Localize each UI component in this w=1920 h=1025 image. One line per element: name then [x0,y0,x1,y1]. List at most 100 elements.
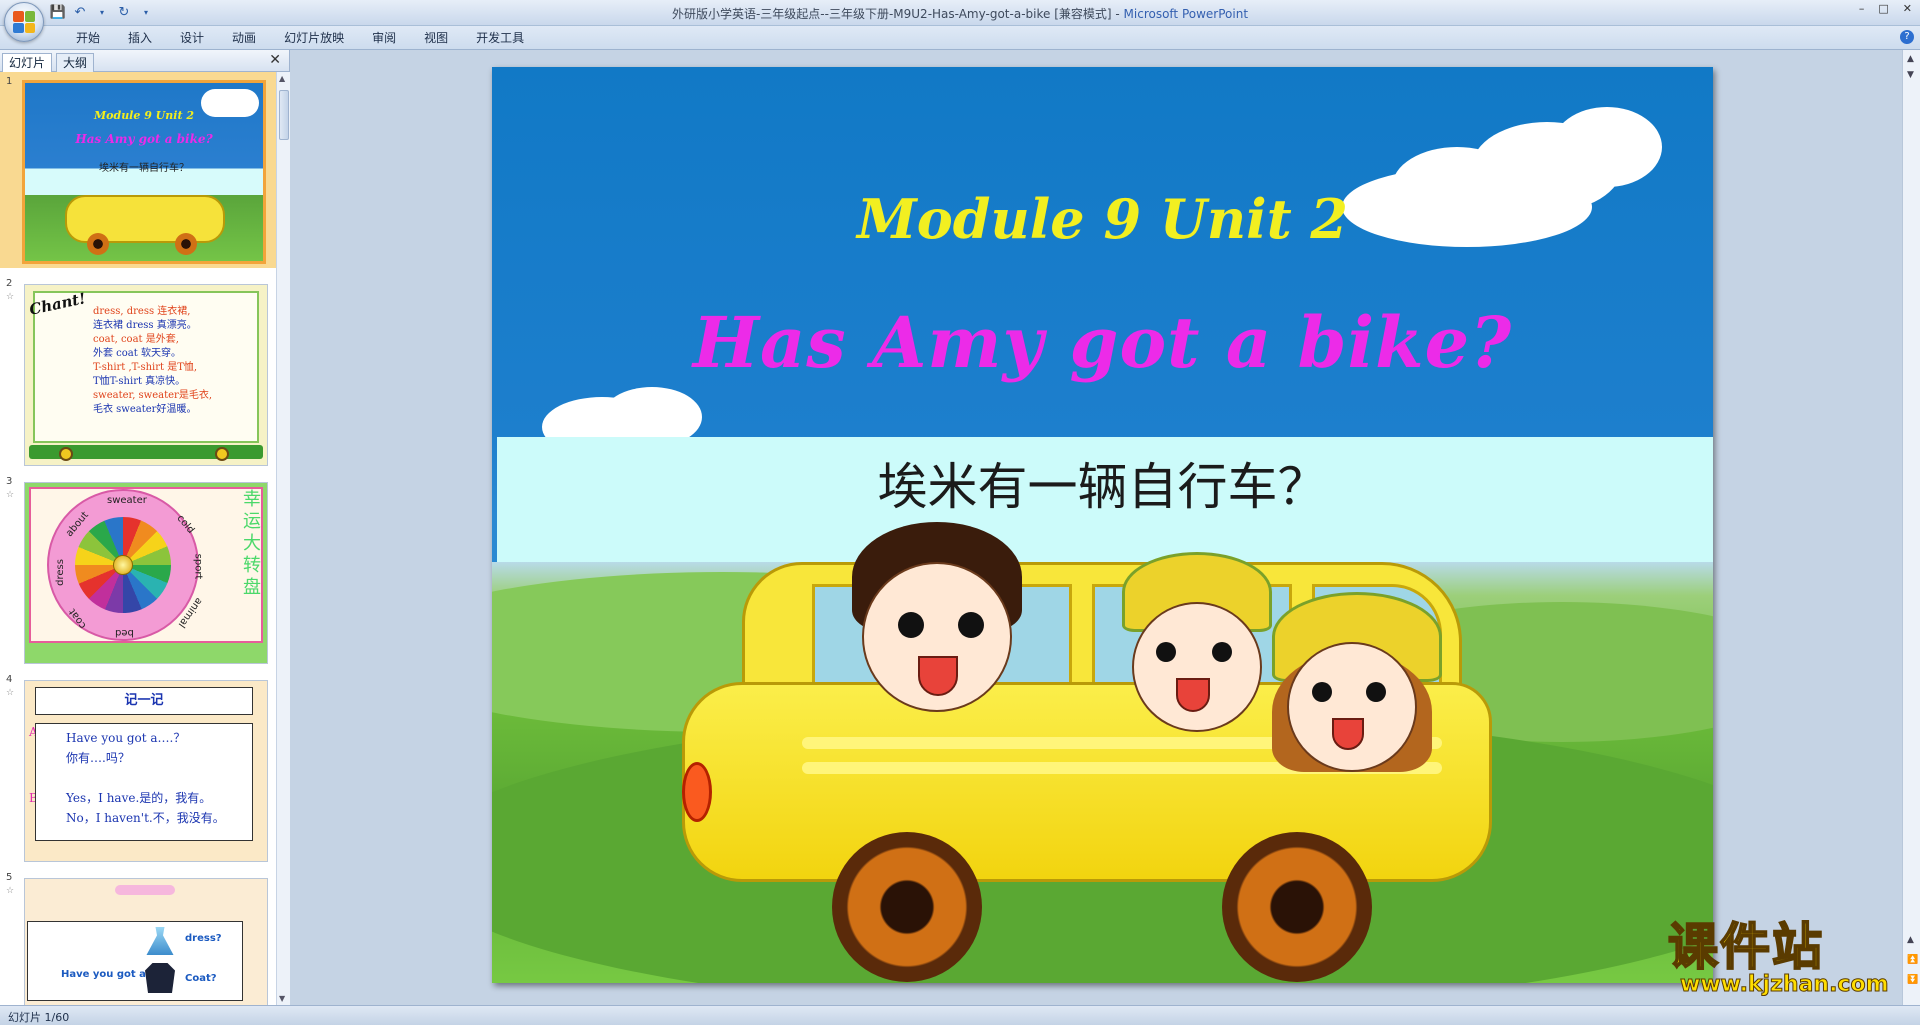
window-controls: – □ ✕ [1859,2,1912,15]
thumb-question-title: Has Amy got a bike? [75,132,213,146]
wheel-shape [87,233,109,255]
watermark-cn: 课件站 [1667,918,1824,976]
tab-review[interactable]: 审阅 [358,30,410,46]
tab-design[interactable]: 设计 [166,30,218,46]
slide-number: 2 [6,278,13,289]
ribbon-tabs: 开始 插入 设计 动画 幻灯片放映 审阅 视图 开发工具 [62,30,538,46]
tab-slideshow[interactable]: 幻灯片放映 [270,30,358,46]
current-slide[interactable]: Module 9 Unit 2 Has Amy got a bike? 埃米有一… [492,67,1713,983]
window-title: 外研版小学英语-三年级起点--三年级下册-M9U2-Has-Amy-got-a-… [671,7,1249,21]
help-icon[interactable]: ? [1900,30,1914,44]
kid-eye [1212,642,1232,662]
editor-scrollbar[interactable]: ▲ ▼ ▲ ⏫ ⏬ [1902,50,1920,1005]
animation-star-icon: ☆ [6,490,15,500]
chant-line: 连衣裙 dress 真漂亮。 [93,320,197,331]
tab-outline[interactable]: 大纲 [56,53,95,72]
ribbon: 开始 插入 设计 动画 幻灯片放映 审阅 视图 开发工具 ? [0,26,1920,50]
kid-eye [898,612,924,638]
body-line: 你有….吗？ [66,751,130,765]
slide-counter: 幻灯片 1/60 [8,1011,70,1024]
chant-line: T-shirt ,T-shirt 是T恤, [93,362,198,373]
body-line: No，I haven't.不，我没有。 [66,811,225,825]
slides-panel: 幻灯片 大纲 ✕ 1 Module 9 Unit 2 Has Amy got a… [0,50,290,1005]
maximize-icon[interactable]: □ [1878,2,1888,15]
thumbnail-scrollbar[interactable]: ▲ ▼ [276,72,290,1005]
thumbnail-row-1[interactable]: 1 Module 9 Unit 2 Has Amy got a bike? 埃米… [0,72,276,268]
thumb-option: dress? [185,933,222,944]
thumb-heading: 记一记 [35,687,253,715]
wheel-word: sweater [107,495,147,506]
lesson-question-title[interactable]: Has Amy got a bike? [492,301,1713,384]
wheel-word: bed [115,627,134,638]
office-logo-icon [13,11,35,33]
wheel-hub [113,555,133,575]
thumb-chant-lines: dress, dress 连衣裙, 连衣裙 dress 真漂亮。 coat, c… [93,305,212,417]
slide-thumbnail-3[interactable]: sweater cold sport animal bed coat dress… [24,482,268,664]
panel-tabs: 幻灯片 大纲 ✕ [0,50,289,72]
thumbnail-row-3[interactable]: 3 ☆ sweater cold sport animal bed coat d… [0,472,276,666]
body-line [66,768,246,788]
kid-face [1287,642,1417,772]
scroll-down-icon[interactable]: ▼ [1907,70,1914,80]
slide-thumbnail-4[interactable]: 记一记 A： B： Have you got a….？ 你有….吗？ Yes，I… [24,680,268,862]
chant-line: 毛衣 sweater好温暖。 [93,404,197,415]
chinese-subtitle[interactable]: 埃米有一辆自行车？ [492,447,1713,519]
body-line: Have you got a….？ [66,731,186,745]
chant-line: coat, coat 是外套, [93,334,179,345]
wheel-word: dress [54,559,66,586]
car-wheel [832,832,982,982]
body-line: Yes，I have.是的，我有。 [66,791,212,805]
slide-number: 5 [6,872,13,883]
thumb-vertical-text: 幸运大转盘 [243,489,261,598]
thumb-option: Coat? [185,973,217,984]
module-title[interactable]: Module 9 Unit 2 [492,187,1713,251]
wheel-shape [215,447,229,461]
thumb-module-title: Module 9 Unit 2 [93,109,195,122]
office-button[interactable] [4,2,44,42]
tab-slides[interactable]: 幻灯片 [2,53,53,72]
thumb-body: Have you got a….？ 你有….吗？ Yes，I have.是的，我… [35,723,253,841]
chant-line: 外套 coat 软天穿。 [93,348,181,359]
cloud-shape [1552,107,1662,187]
thumbnail-row-4[interactable]: 4 ☆ 记一记 A： B： Have you got a….？ 你有….吗？ Y… [0,670,276,864]
previous-slide-icon[interactable]: ⏫ [1907,955,1918,965]
scroll-up-icon[interactable]: ▲ [1907,935,1914,945]
kid-face [1132,602,1262,732]
scroll-up-icon[interactable]: ▲ [1907,54,1914,64]
thumbnail-row-5[interactable]: 5 ☆ Have you got a dress? Coat? [0,868,276,1005]
next-slide-icon[interactable]: ⏬ [1907,975,1918,985]
slide-thumbnail-1[interactable]: Module 9 Unit 2 Has Amy got a bike? 埃米有一… [22,80,266,264]
scrollbar-thumb[interactable] [279,90,289,140]
watermark-url: www.kjzhan.com [1680,972,1890,997]
thumbnail-row-2[interactable]: 2 ☆ Chant! dress, dress 连衣裙, 连衣裙 dress 真… [0,274,276,468]
scroll-down-icon[interactable]: ▼ [279,994,285,1003]
animation-star-icon: ☆ [6,886,15,896]
wheel-word: sport [192,553,204,580]
kid-eye [1366,682,1386,702]
wheel-shape [59,447,73,461]
tab-view[interactable]: 视图 [410,30,462,46]
car-lamp [682,762,712,822]
wheel-shape [175,233,197,255]
coat-icon [145,963,175,993]
slide-thumbnail-5[interactable]: Have you got a dress? Coat? [24,878,268,1005]
watermark-logo: 课件站 www.kjzhan.com [1667,918,1904,1000]
status-bar: 幻灯片 1/60 [0,1005,1920,1025]
scroll-up-icon[interactable]: ▲ [279,74,285,83]
slide-thumbnail-2[interactable]: Chant! dress, dress 连衣裙, 连衣裙 dress 真漂亮。 … [24,284,268,466]
thumbnail-list: 1 Module 9 Unit 2 Has Amy got a bike? 埃米… [0,72,276,1005]
thumb-chinese-title: 埃米有一辆自行车？ [99,163,189,174]
kid-mouth [1176,678,1210,712]
chant-line: T恤T-shirt 真凉快。 [93,376,186,387]
thumb-prompt: Have you got a [61,969,146,980]
decor-shape [115,885,175,895]
minimize-icon[interactable]: – [1859,2,1865,15]
tab-insert[interactable]: 插入 [114,30,166,46]
slide-number: 4 [6,674,13,685]
tab-developer[interactable]: 开发工具 [462,30,538,46]
close-icon[interactable]: ✕ [1903,2,1912,15]
tab-home[interactable]: 开始 [62,30,114,46]
panel-close-icon[interactable]: ✕ [269,52,281,68]
kid-eye [1312,682,1332,702]
tab-animations[interactable]: 动画 [218,30,270,46]
